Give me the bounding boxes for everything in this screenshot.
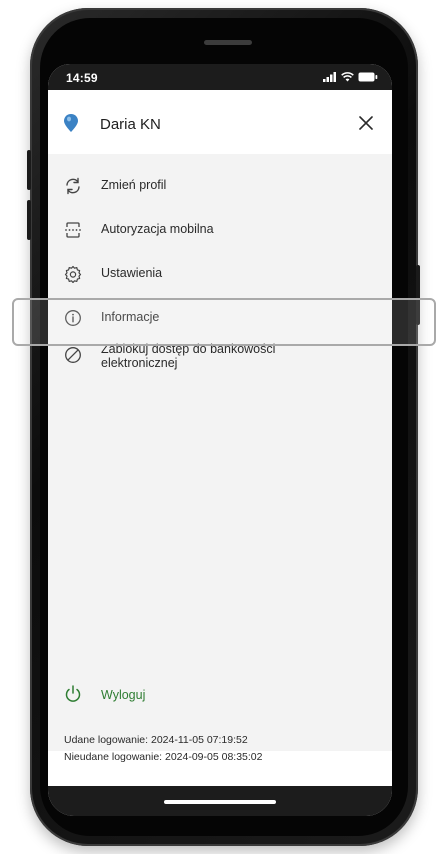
- power-button: [416, 265, 420, 325]
- close-icon[interactable]: [358, 115, 374, 131]
- login-info: Udane logowanie: 2024-11-05 07:19:52 Nie…: [64, 732, 263, 766]
- volume-button-up: [27, 150, 31, 190]
- menu-item-mobile-authorization[interactable]: Autoryzacja mobilna: [48, 210, 392, 250]
- signal-icon: [323, 72, 336, 82]
- menu-item-label: Informacje: [101, 310, 160, 324]
- menu-item-settings[interactable]: Ustawienia: [48, 254, 392, 294]
- refresh-icon: [66, 177, 80, 195]
- status-bar: 14:59: [48, 64, 392, 90]
- gear-icon: [64, 265, 82, 283]
- location-pin-icon: [64, 114, 78, 132]
- menu-item-label: Autoryzacja mobilna: [101, 222, 214, 236]
- wifi-icon: [341, 72, 354, 82]
- menu-item-block-access[interactable]: Zablokuj dostęp do bankowości elektronic…: [48, 342, 392, 382]
- screen: 14:59 Daria KN Zmień profil Autoryzacja …: [48, 64, 392, 816]
- logout-button[interactable]: Wyloguj: [48, 674, 392, 714]
- block-icon: [65, 347, 81, 363]
- volume-button-down: [27, 200, 31, 240]
- user-name: Daria KN: [100, 116, 161, 133]
- logout-label: Wyloguj: [101, 688, 146, 702]
- menu-item-label: Zmień profil: [101, 178, 167, 192]
- info-icon: [65, 310, 81, 326]
- menu-list: Zmień profil Autoryzacja mobilna Ustawie…: [48, 154, 392, 751]
- speaker-grille: [204, 40, 252, 45]
- power-icon: [65, 685, 81, 702]
- last-failed-login: Nieudane logowanie: 2024-09-05 08:35:02: [64, 751, 263, 763]
- menu-item-change-profile[interactable]: Zmień profil: [48, 166, 392, 206]
- menu-item-label-line2: elektronicznej: [101, 356, 178, 370]
- menu-item-label: Zablokuj dostęp do bankowości elektronic…: [101, 342, 351, 370]
- battery-icon: [358, 72, 378, 82]
- last-successful-login: Udane logowanie: 2024-11-05 07:19:52: [64, 734, 248, 746]
- menu-item-label: Ustawienia: [101, 266, 163, 280]
- menu-item-information[interactable]: Informacje: [48, 298, 392, 338]
- status-time: 14:59: [66, 71, 98, 85]
- menu-item-label-line1: Zablokuj dostęp do bankowości: [101, 342, 276, 356]
- home-bar: [48, 786, 392, 816]
- mobile-authorization-icon: [65, 222, 81, 238]
- status-icons: [323, 72, 378, 82]
- menu-header: Daria KN: [48, 90, 392, 155]
- stage: 14:59 Daria KN Zmień profil Autoryzacja …: [0, 0, 441, 854]
- home-indicator[interactable]: [164, 800, 276, 804]
